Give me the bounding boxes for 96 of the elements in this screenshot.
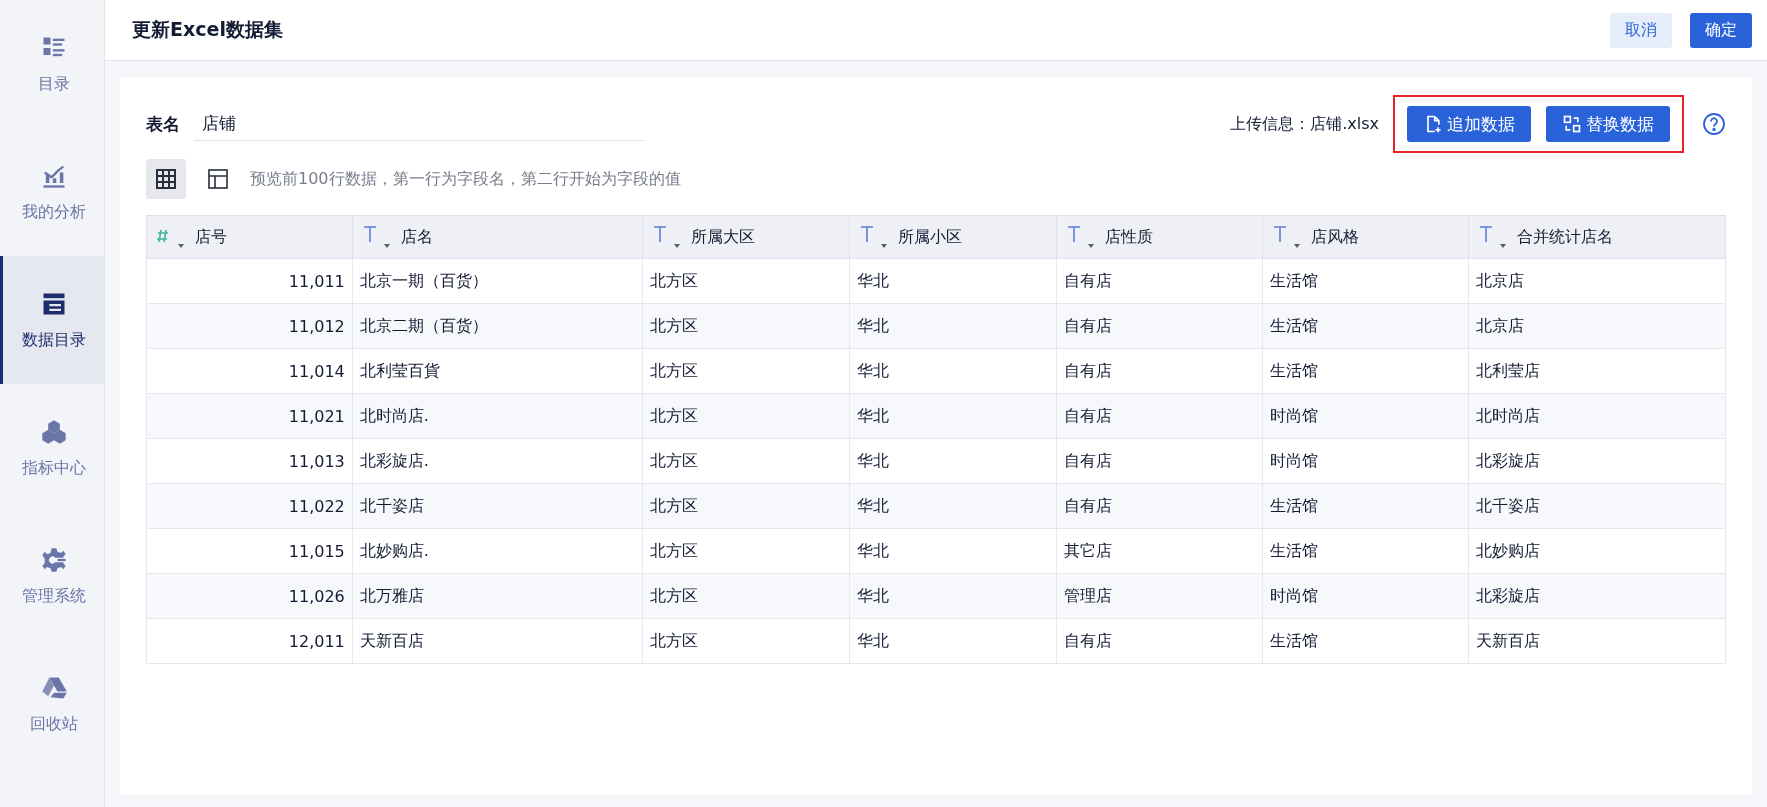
table-cell: 北方区 [642,303,850,349]
column-label: 店名 [400,226,433,248]
table-cell: 北京二期（百货） [352,303,643,349]
table-cell: 北时尚店 [1468,393,1726,439]
table-cell: 时尚馆 [1262,393,1469,439]
table-cell: 生活馆 [1262,483,1469,529]
table-cell: 11,022 [146,483,353,529]
confirm-button[interactable]: 确定 [1690,12,1752,48]
table-cell: 时尚馆 [1262,573,1469,619]
sidebar-item[interactable]: 回收站 [0,640,104,768]
table-cell: 华北 [849,438,1057,484]
table-cell: 北方区 [642,618,850,664]
table-cell: 天新百店 [352,618,643,664]
text-type-icon[interactable] [653,224,682,250]
upload-info: 上传信息：店铺.xlsx [1230,113,1379,135]
layout-icon [207,168,229,190]
text-type-icon[interactable] [1272,224,1301,250]
table-cell: 华北 [849,303,1057,349]
sidebar-item[interactable]: 目录 [0,0,104,128]
swap-icon [1562,114,1582,134]
table-cell: 时尚馆 [1262,438,1469,484]
table-cell: 北万雅店 [352,573,643,619]
table-cell: 北方区 [642,438,850,484]
table-cell: 北彩旋店 [1468,438,1726,484]
column-label: 店风格 [1310,226,1359,248]
sidebar-item[interactable]: 指标中心 [0,384,104,512]
table-cell: 自有店 [1056,348,1263,394]
column-label: 合并统计店名 [1517,226,1614,248]
table-cell: 自有店 [1056,303,1263,349]
column-label: 店性质 [1104,226,1153,248]
table-cell: 自有店 [1056,483,1263,529]
table-cell: 北方区 [642,528,850,574]
table-cell: 11,014 [146,348,353,394]
text-type-icon[interactable] [1066,224,1095,250]
table-cell: 北利莹店 [1468,348,1726,394]
sidebar-item[interactable]: 我的分析 [0,128,104,256]
help-icon[interactable] [1702,112,1726,136]
sidebar-item[interactable]: 数据目录 [0,256,104,384]
table-cell: 11,026 [146,573,353,619]
table-cell: 华北 [849,393,1057,439]
table-cell: 北方区 [642,258,850,304]
table-cell: 华北 [849,483,1057,529]
table-cell: 生活馆 [1262,303,1469,349]
table-cell: 北妙购店 [1468,528,1726,574]
table-cell: 北京店 [1468,303,1726,349]
text-type-icon[interactable] [860,224,889,250]
table-cell: 自有店 [1056,393,1263,439]
table-cell: 华北 [849,258,1057,304]
table-cell: 北京一期（百货） [352,258,643,304]
table-cell: 天新百店 [1468,618,1726,664]
page-title: 更新Excel数据集 [132,17,284,42]
table-cell: 其它店 [1056,528,1263,574]
table-cell: 自有店 [1056,438,1263,484]
view-toggle[interactable] [146,159,186,199]
table-cell: 11,013 [146,438,353,484]
field-label: 表名 [146,112,180,136]
table-cell: 华北 [849,528,1057,574]
action-button[interactable]: 替换数据 [1546,106,1670,142]
table-cell: 北彩旋店. [352,438,643,484]
gear-icon [39,545,68,574]
table-cell: 华北 [849,573,1057,619]
table-cell: 北利莹百貨 [352,348,643,394]
table-cell: 自有店 [1056,258,1263,304]
table-cell: 生活馆 [1262,348,1469,394]
table-cell: 北京店 [1468,258,1726,304]
table-cell: 自有店 [1056,618,1263,664]
preview-hint: 预览前100行数据，第一行为字段名，第二行开始为字段的值 [250,168,681,190]
table-cell: 11,011 [146,258,353,304]
table-cell: 北时尚店. [352,393,643,439]
column-label: 所属小区 [898,226,963,248]
cancel-button[interactable]: 取消 [1610,12,1672,48]
text-type-icon[interactable] [1479,224,1508,250]
text-type-icon[interactable] [362,224,391,250]
table-cell: 北方区 [642,348,850,394]
table-cell: 华北 [849,348,1057,394]
table-cell: 11,021 [146,393,353,439]
grid-icon [155,168,177,190]
table-cell: 生活馆 [1262,618,1469,664]
sidebar-item[interactable]: 管理系统 [0,512,104,640]
table-cell: 北彩旋店 [1468,573,1726,619]
table-cell: 华北 [849,618,1057,664]
table-cell: 北千姿店 [352,483,643,529]
table-cell: 11,015 [146,528,353,574]
table-cell: 管理店 [1056,573,1263,619]
table-cell: 北方区 [642,393,850,439]
table-cell: 12,011 [146,618,353,664]
table-cell: 11,012 [146,303,353,349]
table-cell: 北方区 [642,573,850,619]
column-label: 店号 [195,226,227,248]
column-label: 所属大区 [691,226,756,248]
table-cell: 北千姿店 [1468,483,1726,529]
table-cell: 北妙购店. [352,528,643,574]
table-cell: 北方区 [642,483,850,529]
action-button[interactable]: 追加数据 [1407,106,1531,142]
table-cell: 生活馆 [1262,258,1469,304]
table-cell: 生活馆 [1262,528,1469,574]
